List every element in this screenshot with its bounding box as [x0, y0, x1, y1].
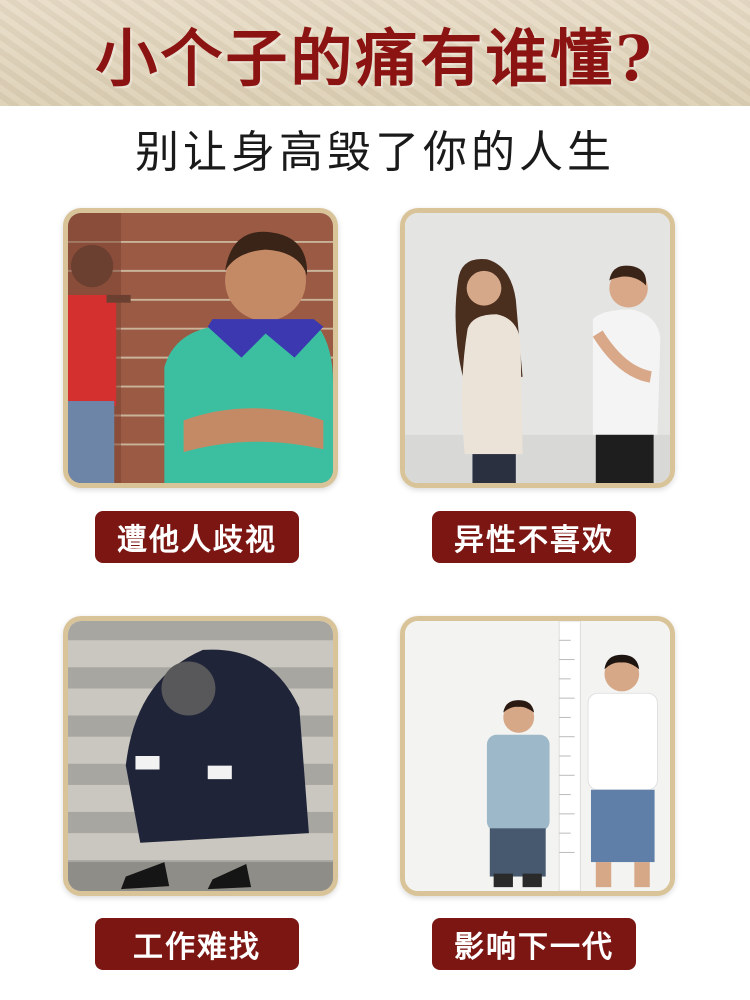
photo-opposite-sex — [400, 208, 675, 488]
page-title: 小个子的痛有谁懂? — [95, 22, 655, 95]
page-subtitle: 别让身高毁了你的人生 — [135, 127, 615, 178]
label-opposite-sex: 异性不喜欢 — [432, 511, 636, 563]
label-job-hunting: 工作难找 — [95, 918, 299, 970]
photo-next-generation — [400, 616, 675, 896]
photo-discrimination — [63, 208, 338, 488]
label-next-generation: 影响下一代 — [432, 918, 636, 970]
label-discrimination: 遭他人歧视 — [95, 511, 299, 563]
header-banner: 小个子的痛有谁懂? — [0, 0, 750, 106]
photo-job-hunting — [63, 616, 338, 896]
